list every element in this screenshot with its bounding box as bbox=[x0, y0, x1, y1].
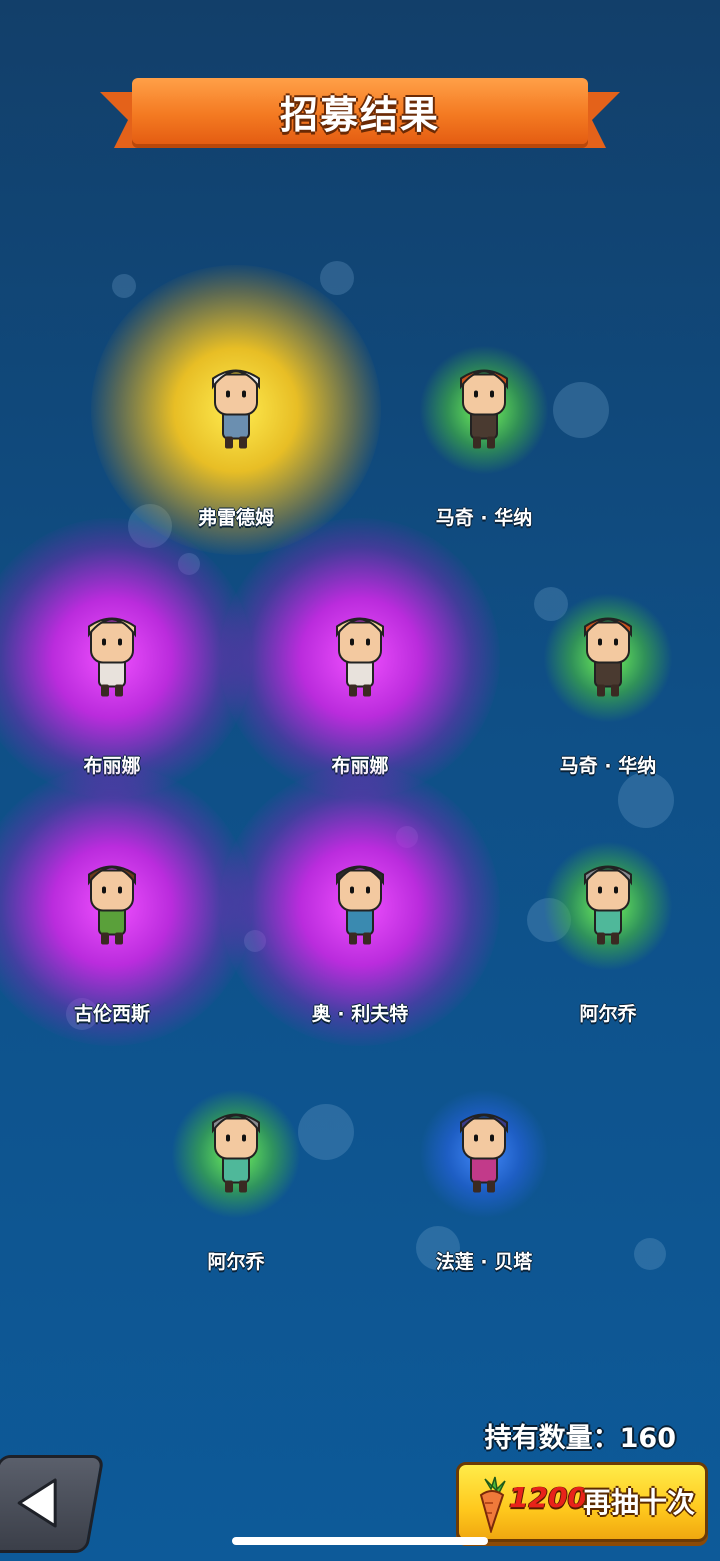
helmet-soldier-icon bbox=[584, 865, 632, 945]
redraw-label: 再抽十次 bbox=[583, 1486, 696, 1519]
chef-strongman-icon bbox=[88, 865, 136, 945]
hero-slot[interactable]: 古伦西斯 bbox=[0, 766, 252, 1046]
hero-slot[interactable]: 布丽娜 bbox=[220, 518, 500, 798]
blonde-girl-icon bbox=[88, 617, 136, 697]
pirate-girl-icon bbox=[460, 1113, 508, 1193]
white-haired-sage-icon bbox=[212, 369, 260, 449]
hero-slot[interactable]: 马奇 · 华纳 bbox=[488, 538, 720, 778]
hero-name: 阿尔乔 bbox=[579, 1003, 637, 1025]
hero-slot[interactable]: 阿尔乔 bbox=[488, 786, 720, 1026]
page-title: 招募结果 bbox=[279, 92, 440, 137]
helmet-soldier-icon bbox=[212, 1113, 260, 1193]
home-indicator bbox=[232, 1537, 488, 1545]
bubble bbox=[634, 1238, 666, 1270]
blonde-girl-icon bbox=[336, 617, 384, 697]
draw-cost: 1200 bbox=[509, 1481, 587, 1514]
hero-slot[interactable]: 布丽娜 bbox=[0, 518, 252, 798]
hero-name: 马奇 · 华纳 bbox=[559, 755, 657, 777]
hero-slot[interactable]: 马奇 · 华纳 bbox=[364, 290, 604, 530]
carrot-icon bbox=[479, 1476, 506, 1533]
hero-name: 奥 · 利夫特 bbox=[311, 1003, 409, 1025]
back-button[interactable] bbox=[0, 1455, 105, 1553]
pirate-captain-icon bbox=[336, 865, 384, 945]
owned-count: 持有数量：160 bbox=[484, 1423, 676, 1454]
hero-name: 阿尔乔 bbox=[207, 1251, 265, 1273]
hero-name: 古伦西斯 bbox=[73, 1003, 150, 1025]
redraw-ten-button[interactable]: 1200 再抽十次 bbox=[456, 1462, 708, 1542]
hero-name: 法莲 · 贝塔 bbox=[435, 1251, 533, 1273]
viking-bearded-warrior-icon bbox=[584, 617, 632, 697]
banner-body: 招募结果 bbox=[132, 78, 588, 144]
hero-slot[interactable]: 法莲 · 贝塔 bbox=[364, 1034, 604, 1274]
title-banner: 招募结果 bbox=[100, 76, 620, 156]
hero-slot[interactable]: 奥 · 利夫特 bbox=[220, 766, 500, 1046]
hero-slot[interactable]: 阿尔乔 bbox=[116, 1034, 356, 1274]
back-arrow-icon bbox=[17, 1478, 57, 1528]
viking-bearded-warrior-icon bbox=[460, 369, 508, 449]
hero-slot[interactable]: 弗雷德姆 bbox=[91, 265, 381, 555]
